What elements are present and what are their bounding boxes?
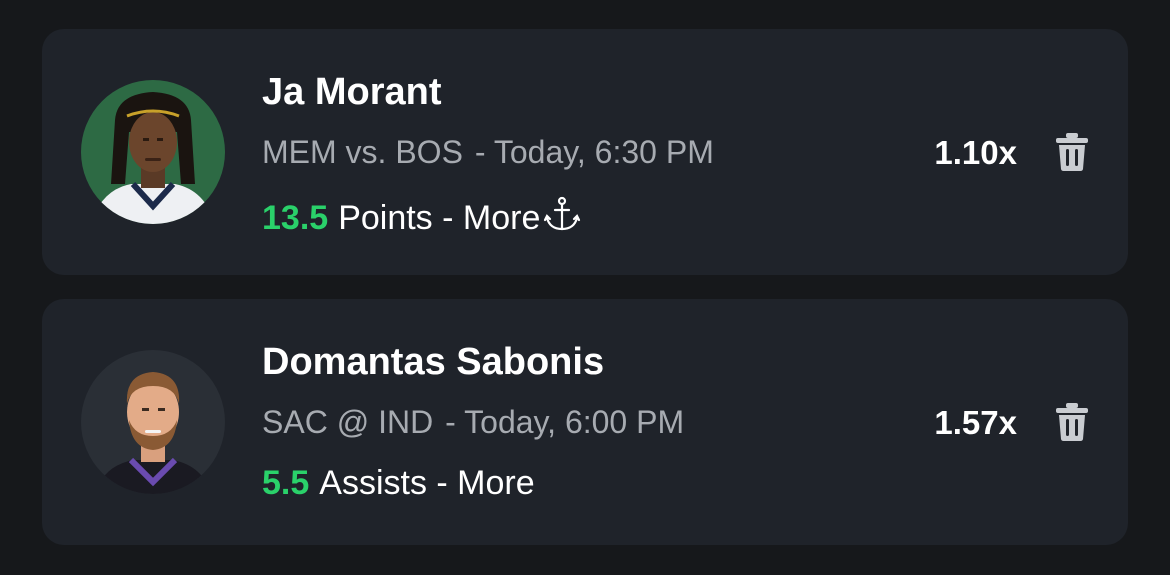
- line-value: 5.5: [262, 464, 310, 502]
- player-avatar: [81, 350, 225, 494]
- game-time: - Today, 6:30 PM: [474, 134, 714, 170]
- payout-multiplier: 1.57x: [934, 404, 1017, 441]
- prop-line: 13.5 Points - More: [262, 194, 582, 243]
- game-time: - Today, 6:00 PM: [445, 404, 685, 440]
- trash-icon[interactable]: [1054, 402, 1090, 442]
- payout-multiplier: 1.10x: [934, 134, 1017, 171]
- pick-card[interactable]: Ja Morant MEM vs. BOS - Today, 6:30 PM 13…: [42, 29, 1128, 275]
- player-name: Domantas Sabonis: [262, 341, 605, 383]
- pick-card[interactable]: Domantas Sabonis SAC @ IND - Today, 6:00 …: [42, 299, 1128, 545]
- trash-icon[interactable]: [1054, 132, 1090, 172]
- prop-line: 5.5 Assists - More: [262, 464, 535, 503]
- game-info: SAC @ IND - Today, 6:00 PM: [262, 404, 684, 441]
- anchor-icon: [542, 194, 582, 243]
- game-info: MEM vs. BOS - Today, 6:30 PM: [262, 134, 714, 171]
- stat-text: Assists - More: [319, 464, 535, 502]
- player-avatar: [81, 80, 225, 224]
- matchup: MEM vs. BOS: [262, 134, 463, 170]
- matchup: SAC @ IND: [262, 404, 434, 440]
- stat-text: Points - More: [338, 199, 541, 237]
- player-name: Ja Morant: [262, 71, 442, 113]
- line-value: 13.5: [262, 199, 329, 237]
